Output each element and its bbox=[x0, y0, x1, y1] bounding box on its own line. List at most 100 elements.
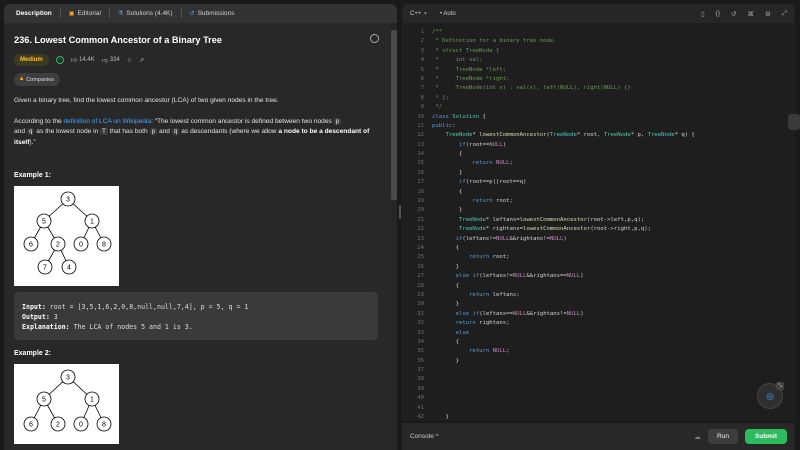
code-line[interactable]: return NULL; bbox=[432, 347, 695, 356]
problem-title: 236. Lowest Common Ancestor of a Binary … bbox=[14, 35, 222, 45]
problem-content: 236. Lowest Common Ancestor of a Binary … bbox=[14, 34, 382, 444]
code-line[interactable]: return leftans; bbox=[432, 291, 695, 300]
chat-minimize-icon[interactable]: ⤡ bbox=[776, 382, 784, 390]
wikipedia-link[interactable]: definition of LCA on Wikipedia bbox=[63, 118, 151, 125]
line-number: 16 bbox=[417, 169, 424, 176]
tab-editorial[interactable]: ▣ Editorial bbox=[61, 4, 109, 23]
code-line[interactable] bbox=[432, 385, 695, 394]
code-line[interactable]: return root; bbox=[432, 197, 695, 206]
code-line[interactable]: class Solution { bbox=[432, 113, 695, 122]
share-icon[interactable]: ↗ bbox=[139, 57, 144, 64]
line-number: 22 bbox=[417, 226, 424, 233]
example-1-heading: Example 1: bbox=[14, 172, 51, 179]
line-number: 14 bbox=[417, 151, 424, 158]
bookmark-icon[interactable]: ▯ bbox=[701, 10, 705, 18]
console-toggle[interactable]: Console ^ bbox=[410, 433, 439, 440]
code-line[interactable]: } bbox=[432, 300, 695, 309]
line-number: 31 bbox=[417, 310, 424, 317]
code-line[interactable]: } bbox=[432, 357, 695, 366]
code-line[interactable]: else if(leftans==NULL&&rightans!=NULL) bbox=[432, 310, 695, 319]
line-number: 28 bbox=[417, 282, 424, 289]
leetcode-app: Description ▣ Editorial ⚗ Solutions (4.4K)… bbox=[0, 0, 800, 450]
code-line[interactable]: if(leftans!=NULL&&rightans!=NULL) bbox=[432, 235, 695, 244]
reset-icon[interactable]: ↺ bbox=[731, 10, 736, 18]
code-line[interactable]: } bbox=[432, 413, 695, 421]
code-area[interactable]: /** * Definition for a binary tree node.… bbox=[432, 28, 695, 421]
code-line[interactable]: * int val; bbox=[432, 56, 695, 65]
code-p: p bbox=[333, 117, 342, 125]
cloud-save-icon[interactable]: ☁ bbox=[694, 433, 701, 441]
run-button[interactable]: Run bbox=[708, 429, 738, 444]
code-line[interactable]: /** bbox=[432, 28, 695, 37]
line-number: 33 bbox=[417, 329, 424, 336]
code-line[interactable]: TreeNode* lowestCommonAncestor(TreeNode*… bbox=[432, 131, 694, 140]
settings-brackets-icon[interactable]: ⌘ bbox=[747, 10, 754, 18]
code-line[interactable]: TreeNode* leftans=lowestCommonAncestor(r… bbox=[432, 216, 695, 225]
code-editor[interactable]: 1 2 3 4 5 6 7 8 9 10 11 12 13 14 15 16 17 18 19 20 21 22 23 24 2… bbox=[402, 28, 795, 420]
star-icon[interactable]: ☆ bbox=[127, 57, 132, 64]
tab-submissions[interactable]: ↺ Submissions bbox=[182, 4, 243, 23]
editorial-icon: ▣ bbox=[68, 11, 75, 17]
code-line[interactable]: if(root==NULL) bbox=[432, 141, 695, 150]
companies-tag[interactable]: 🔒︎ Companies bbox=[14, 73, 61, 86]
code-line[interactable]: { bbox=[432, 244, 695, 253]
code-line[interactable] bbox=[432, 394, 695, 403]
code-line[interactable]: return NULL; bbox=[432, 159, 695, 168]
submit-button[interactable]: Submit bbox=[744, 429, 787, 444]
code-line[interactable]: * }; bbox=[432, 94, 695, 103]
like-button[interactable]: 👍︎ 14.4K bbox=[71, 56, 95, 64]
line-number: 32 bbox=[417, 320, 424, 327]
line-number: 38 bbox=[417, 376, 424, 383]
code-line[interactable]: * TreeNode *right; bbox=[432, 75, 695, 84]
code-line[interactable]: } bbox=[432, 169, 695, 178]
resize-grip bbox=[399, 205, 401, 219]
tab-solutions[interactable]: ⚗ Solutions (4.4K) bbox=[110, 4, 181, 23]
line-number: 9 bbox=[420, 104, 424, 111]
description-paragraph-1: Given a binary tree, find the lowest com… bbox=[14, 97, 279, 104]
code-line[interactable]: public: bbox=[432, 122, 695, 131]
code-line[interactable]: TreeNode* rightans=lowestCommonAncestor(… bbox=[432, 225, 695, 234]
line-number: 27 bbox=[417, 273, 424, 280]
dislike-button[interactable]: 👎︎ 334 bbox=[102, 56, 120, 64]
code-line[interactable]: return root; bbox=[432, 253, 695, 262]
tree-node: 0 bbox=[79, 422, 83, 429]
line-number: 10 bbox=[417, 113, 424, 120]
line-number: 20 bbox=[417, 207, 424, 214]
code-line[interactable]: * TreeNode *left; bbox=[432, 66, 695, 75]
code-line[interactable]: else if(leftans!=NULL&&rightans==NULL) bbox=[432, 272, 695, 281]
submissions-icon: ↺ bbox=[189, 11, 195, 17]
code-line[interactable]: if(root==p||root==q) bbox=[432, 178, 695, 187]
auto-mode-toggle[interactable]: • Auto bbox=[440, 11, 456, 17]
code-line[interactable]: else bbox=[432, 329, 695, 338]
code-line[interactable]: * Definition for a binary tree node. bbox=[432, 37, 695, 46]
thumbs-down-icon: 👎︎ bbox=[101, 58, 108, 64]
code-line[interactable]: { bbox=[432, 338, 695, 347]
code-line[interactable]: } bbox=[432, 206, 695, 215]
clock-icon[interactable] bbox=[370, 34, 379, 43]
code-line[interactable]: { bbox=[432, 282, 695, 291]
gear-icon[interactable]: ⚙ bbox=[765, 10, 771, 18]
code-line[interactable]: */ bbox=[432, 103, 695, 112]
expand-icon[interactable]: ⤢ bbox=[782, 10, 787, 18]
line-number: 24 bbox=[417, 244, 424, 251]
braces-icon[interactable]: {} bbox=[716, 10, 720, 18]
code-line[interactable]: { bbox=[432, 188, 695, 197]
line-number: 23 bbox=[417, 235, 424, 242]
side-notes-button[interactable] bbox=[788, 114, 800, 130]
tree-node: 1 bbox=[90, 219, 94, 226]
code-line[interactable] bbox=[432, 375, 695, 384]
code-line[interactable] bbox=[432, 404, 695, 413]
tab-description[interactable]: Description bbox=[8, 4, 60, 23]
code-line[interactable]: * TreeNode(int x) : val(x), left(NULL), … bbox=[432, 84, 695, 93]
line-number: 26 bbox=[417, 263, 424, 270]
language-select[interactable]: C++ ▼ bbox=[410, 11, 428, 17]
tree-node: 7 bbox=[43, 265, 47, 272]
code-line[interactable]: return rightans; bbox=[432, 319, 695, 328]
tree-node: 8 bbox=[102, 422, 106, 429]
code-line[interactable]: * struct TreeNode { bbox=[432, 47, 695, 56]
example-1-tree-svg: 3 5 1 6 2 0 8 7 4 bbox=[23, 191, 112, 275]
line-number: 5 bbox=[420, 66, 424, 73]
code-line[interactable]: } bbox=[432, 263, 695, 272]
code-line[interactable]: { bbox=[432, 150, 695, 159]
code-line[interactable] bbox=[432, 366, 695, 375]
